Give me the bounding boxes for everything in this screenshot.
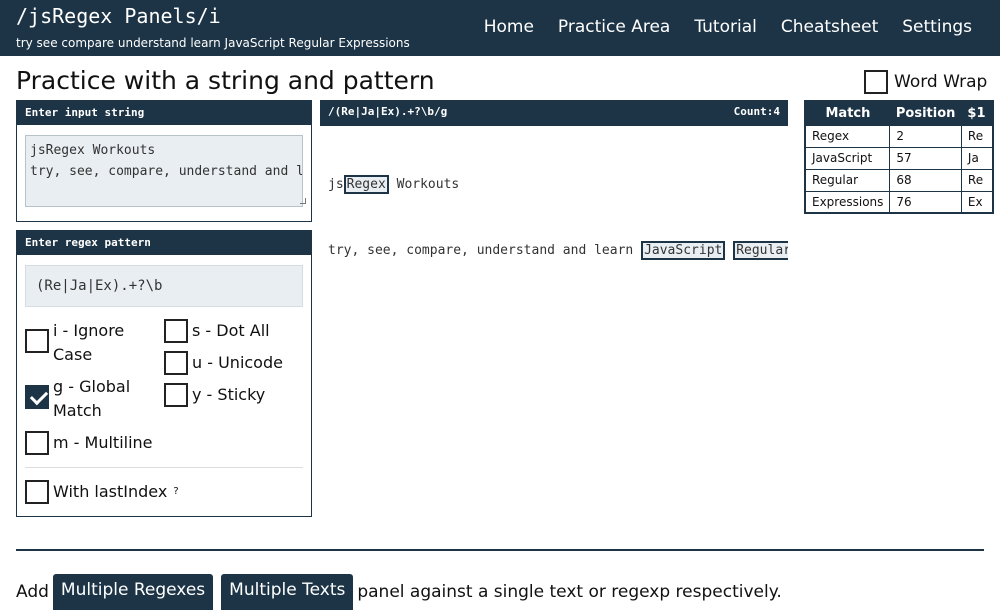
- result-text: Workouts: [388, 177, 460, 192]
- match-results-table: Match Position $1 Regex 2 Re JavaScript …: [804, 100, 994, 214]
- match-highlight: Regular: [733, 241, 788, 260]
- input-panel-title: Enter input string: [17, 101, 311, 125]
- flags-divider: [25, 467, 303, 468]
- table-row: JavaScript 57 Ja: [804, 146, 994, 170]
- flag-dot-all[interactable]: s - Dot All: [164, 319, 270, 343]
- nav-cheatsheet-link[interactable]: Cheatsheet: [781, 17, 878, 37]
- table-row: Regular 68 Re: [804, 168, 994, 192]
- flag-multiline[interactable]: m - Multiline: [25, 431, 153, 455]
- table-row: Regex 2 Re: [804, 124, 994, 148]
- word-wrap-label: Word Wrap: [894, 72, 988, 92]
- match-highlight: Regex: [343, 175, 389, 194]
- flag-global-match-checkbox[interactable]: [25, 385, 49, 409]
- with-last-index-checkbox[interactable]: [25, 480, 49, 504]
- table-row: Expressions 76 Ex: [804, 190, 994, 214]
- nav-tutorial-link[interactable]: Tutorial: [694, 17, 757, 37]
- table-cell: 57: [889, 146, 962, 170]
- flag-ignore-case-label: i - Ignore Case: [53, 321, 125, 364]
- resize-handle-icon[interactable]: [300, 198, 306, 204]
- match-highlight: JavaScript: [641, 241, 726, 260]
- main-nav: Home Practice Area Tutorial Cheatsheet S…: [484, 17, 972, 37]
- nav-settings-link[interactable]: Settings: [902, 17, 972, 37]
- result-text: try, see, compare, understand and learn: [328, 243, 642, 258]
- column-header: $1: [961, 101, 993, 125]
- flag-unicode[interactable]: u - Unicode: [164, 351, 283, 375]
- result-line: js Regex Workouts: [328, 174, 788, 196]
- result-line: try, see, compare, understand and learn …: [328, 240, 788, 262]
- nav-home-link[interactable]: Home: [484, 17, 534, 37]
- column-header: Match: [805, 101, 890, 125]
- flag-unicode-checkbox[interactable]: [164, 351, 188, 375]
- result-panel-header: /(Re|Ja|Ex).+?\b/g Count:4: [320, 100, 788, 126]
- match-count: Count:4: [733, 105, 780, 118]
- input-string-panel: Enter input string jsRegex Workouts try,…: [16, 100, 312, 222]
- word-wrap-checkbox[interactable]: [864, 70, 888, 94]
- flag-sticky[interactable]: y - Sticky: [164, 383, 265, 407]
- regex-panel-title: Enter regex pattern: [17, 231, 311, 255]
- multiple-regexes-button[interactable]: Multiple Regexes: [52, 574, 214, 610]
- flag-dot-all-checkbox[interactable]: [164, 319, 188, 343]
- flag-global-match[interactable]: g - Global Match: [25, 375, 155, 423]
- help-icon[interactable]: ?: [173, 480, 178, 504]
- result-text: [725, 243, 733, 258]
- top-nav-bar: /jsRegex Panels/i try see compare unders…: [0, 0, 1000, 56]
- flag-dot-all-label: s - Dot All: [192, 321, 270, 340]
- flag-multiline-label: m - Multiline: [53, 433, 153, 452]
- result-pattern: /(Re|Ja|Ex).+?\b/g: [328, 105, 448, 118]
- add-panel-row: Add Multiple Regexes Multiple Texts pane…: [16, 574, 782, 610]
- table-cell: Expressions: [804, 190, 891, 214]
- nav-practice-area-link[interactable]: Practice Area: [558, 17, 670, 37]
- table-header-row: Match Position $1: [805, 101, 993, 125]
- flag-multiline-checkbox[interactable]: [25, 431, 49, 455]
- section-divider: [16, 549, 984, 551]
- app-tagline: try see compare understand learn JavaScr…: [16, 36, 410, 50]
- table-cell: 2: [889, 124, 962, 148]
- page-title: Practice with a string and pattern: [16, 66, 435, 95]
- multiple-texts-button[interactable]: Multiple Texts: [221, 574, 354, 610]
- app-brand[interactable]: /jsRegex Panels/i: [16, 4, 221, 28]
- with-last-index-toggle[interactable]: With lastIndex ?: [25, 480, 179, 504]
- table-cell: Ja: [960, 146, 994, 170]
- regex-pattern-panel: Enter regex pattern (Re|Ja|Ex).+?\b i - …: [16, 230, 312, 517]
- regex-pattern-input[interactable]: (Re|Ja|Ex).+?\b: [25, 265, 303, 307]
- table-cell: JavaScript: [804, 146, 891, 170]
- table-cell: 68: [889, 168, 962, 192]
- flag-ignore-case[interactable]: i - Ignore Case: [25, 319, 155, 367]
- flag-sticky-label: y - Sticky: [192, 385, 266, 404]
- table-cell: Regular: [804, 168, 891, 192]
- word-wrap-toggle[interactable]: Word Wrap: [864, 70, 987, 94]
- input-string-textarea[interactable]: jsRegex Workouts try, see, compare, unde…: [25, 135, 303, 207]
- column-header: Position: [889, 101, 962, 125]
- flag-global-match-label: g - Global Match: [53, 377, 131, 420]
- add-prefix-text: Add: [16, 582, 49, 602]
- add-suffix-text: panel against a single text or regexp re…: [357, 582, 782, 602]
- highlighted-result-text: js Regex Workouts try, see, compare, unde…: [328, 130, 788, 284]
- table-cell: Ex: [960, 190, 994, 214]
- with-last-index-label: With lastIndex: [53, 482, 168, 501]
- result-text: js: [328, 177, 344, 192]
- table-cell: Regex: [804, 124, 891, 148]
- flag-ignore-case-checkbox[interactable]: [25, 329, 49, 353]
- flag-sticky-checkbox[interactable]: [164, 383, 188, 407]
- table-cell: Re: [960, 124, 994, 148]
- flag-unicode-label: u - Unicode: [192, 353, 283, 372]
- table-cell: Re: [960, 168, 994, 192]
- table-cell: 76: [889, 190, 962, 214]
- result-panel: /(Re|Ja|Ex).+?\b/g Count:4: [320, 100, 788, 126]
